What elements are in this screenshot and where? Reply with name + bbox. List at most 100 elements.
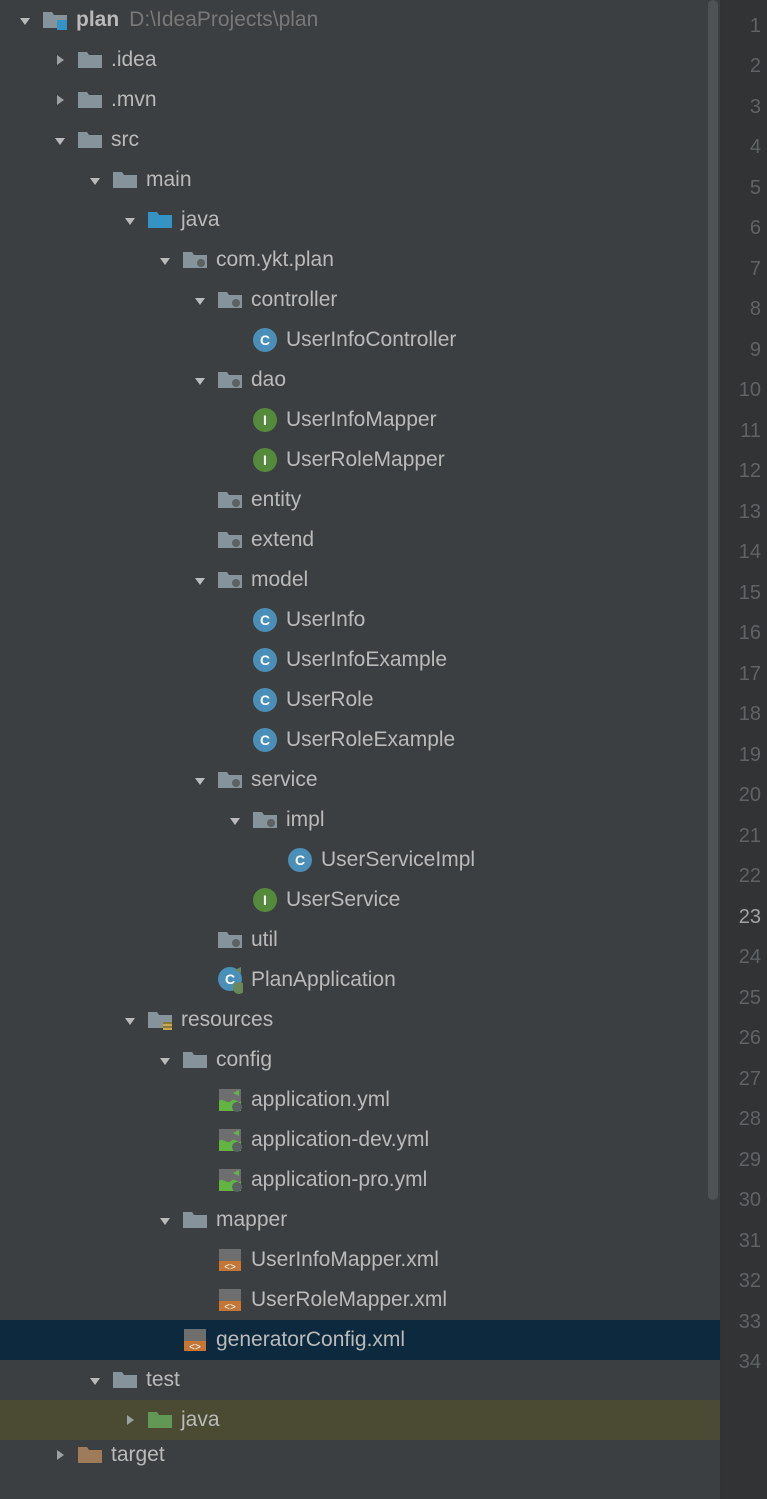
tree-node-appyml[interactable]: application.yml [0,1080,720,1120]
xml-icon [217,1247,243,1273]
class-icon [252,327,278,353]
tree-node-src[interactable]: src [0,120,720,160]
node-label: UserRole [286,688,374,712]
node-label: java [181,1408,220,1432]
tree-node-userinfo[interactable]: UserInfo [0,600,720,640]
chevron-right-icon[interactable] [119,1409,141,1431]
chevron-down-icon[interactable] [84,169,106,191]
tree-node-userinfomapper[interactable]: UserInfoMapper [0,400,720,440]
node-label: impl [286,808,325,832]
tree-node-idea[interactable]: .idea [0,40,720,80]
chevron-down-icon[interactable] [154,249,176,271]
line-number: 10 [721,371,767,412]
chevron-down-icon[interactable] [189,769,211,791]
tree-node-generatorconfig[interactable]: generatorConfig.xml [0,1320,720,1360]
class-icon [252,647,278,673]
tree-node-planapplication[interactable]: PlanApplication [0,960,720,1000]
source-folder-icon [147,207,173,233]
tree-node-target[interactable]: target [0,1440,720,1470]
tree-node-extend[interactable]: extend [0,520,720,560]
tree-node-userinfoexample[interactable]: UserInfoExample [0,640,720,680]
tree-node-test[interactable]: test [0,1360,720,1400]
node-label: application.yml [251,1088,390,1112]
folder-icon [182,1207,208,1233]
chevron-down-icon[interactable] [189,369,211,391]
node-label: entity [251,488,301,512]
node-label: UserInfoExample [286,648,447,672]
chevron-down-icon[interactable] [154,1049,176,1071]
tree-node-java[interactable]: java [0,200,720,240]
chevron-right-icon[interactable] [49,1444,71,1466]
folder-icon [77,127,103,153]
line-number: 14 [721,533,767,574]
tree-node-config[interactable]: config [0,1040,720,1080]
class-icon [252,727,278,753]
node-label: .mvn [111,88,157,112]
tree-node-main[interactable]: main [0,160,720,200]
node-label: test [146,1368,180,1392]
arrow-spacer [189,1249,211,1271]
tree-node-appproyml[interactable]: application-pro.yml [0,1160,720,1200]
arrow-spacer [224,329,246,351]
tree-node-model[interactable]: model [0,560,720,600]
tree-node-service[interactable]: service [0,760,720,800]
project-tree-panel[interactable]: plan D:\IdeaProjects\plan .idea .mvn src… [0,0,720,1499]
arrow-spacer [189,529,211,551]
line-number: 3 [721,87,767,128]
arrow-spacer [189,969,211,991]
line-number: 5 [721,168,767,209]
line-number: 1 [721,6,767,47]
chevron-right-icon[interactable] [49,89,71,111]
tree-node-controller[interactable]: controller [0,280,720,320]
chevron-down-icon[interactable] [119,1009,141,1031]
tree-node-util[interactable]: util [0,920,720,960]
line-number: 20 [721,776,767,817]
tree-node-userinfomapperxml[interactable]: UserInfoMapper.xml [0,1240,720,1280]
chevron-down-icon[interactable] [49,129,71,151]
tree-node-entity[interactable]: entity [0,480,720,520]
chevron-down-icon[interactable] [119,209,141,231]
tree-node-root[interactable]: plan D:\IdeaProjects\plan [0,0,720,40]
tree-node-dao[interactable]: dao [0,360,720,400]
interface-icon [252,447,278,473]
chevron-down-icon[interactable] [14,9,36,31]
yml-icon [217,1087,243,1113]
chevron-down-icon[interactable] [84,1369,106,1391]
tree-node-userrolemapper[interactable]: UserRoleMapper [0,440,720,480]
chevron-right-icon[interactable] [49,49,71,71]
node-label: UserInfoController [286,328,456,352]
chevron-down-icon[interactable] [189,289,211,311]
line-number: 19 [721,735,767,776]
package-icon [182,247,208,273]
scrollbar[interactable] [708,0,718,1200]
line-number: 29 [721,1140,767,1181]
line-number: 17 [721,654,767,695]
node-path: D:\IdeaProjects\plan [129,8,318,32]
tree-node-testjava[interactable]: java [0,1400,720,1440]
folder-icon [112,167,138,193]
tree-node-mapper[interactable]: mapper [0,1200,720,1240]
chevron-down-icon[interactable] [224,809,246,831]
chevron-down-icon[interactable] [154,1209,176,1231]
tree-node-userrole[interactable]: UserRole [0,680,720,720]
chevron-down-icon[interactable] [189,569,211,591]
interface-icon [252,887,278,913]
tree-node-appdevyml[interactable]: application-dev.yml [0,1120,720,1160]
tree-node-userserviceimpl[interactable]: UserServiceImpl [0,840,720,880]
tree-node-userinfocontroller[interactable]: UserInfoController [0,320,720,360]
arrow-spacer [224,729,246,751]
node-label: plan [76,8,119,32]
node-label: model [251,568,308,592]
node-label: UserInfoMapper [286,408,437,432]
tree-node-userrolemapperxml[interactable]: UserRoleMapper.xml [0,1280,720,1320]
tree-node-userroleexample[interactable]: UserRoleExample [0,720,720,760]
line-number: 21 [721,816,767,857]
tree-node-resources[interactable]: resources [0,1000,720,1040]
line-number: 13 [721,492,767,533]
tree-node-mvn[interactable]: .mvn [0,80,720,120]
package-icon [217,367,243,393]
tree-node-userservice[interactable]: UserService [0,880,720,920]
tree-node-impl[interactable]: impl [0,800,720,840]
tree-node-pkg[interactable]: com.ykt.plan [0,240,720,280]
yml-icon [217,1127,243,1153]
